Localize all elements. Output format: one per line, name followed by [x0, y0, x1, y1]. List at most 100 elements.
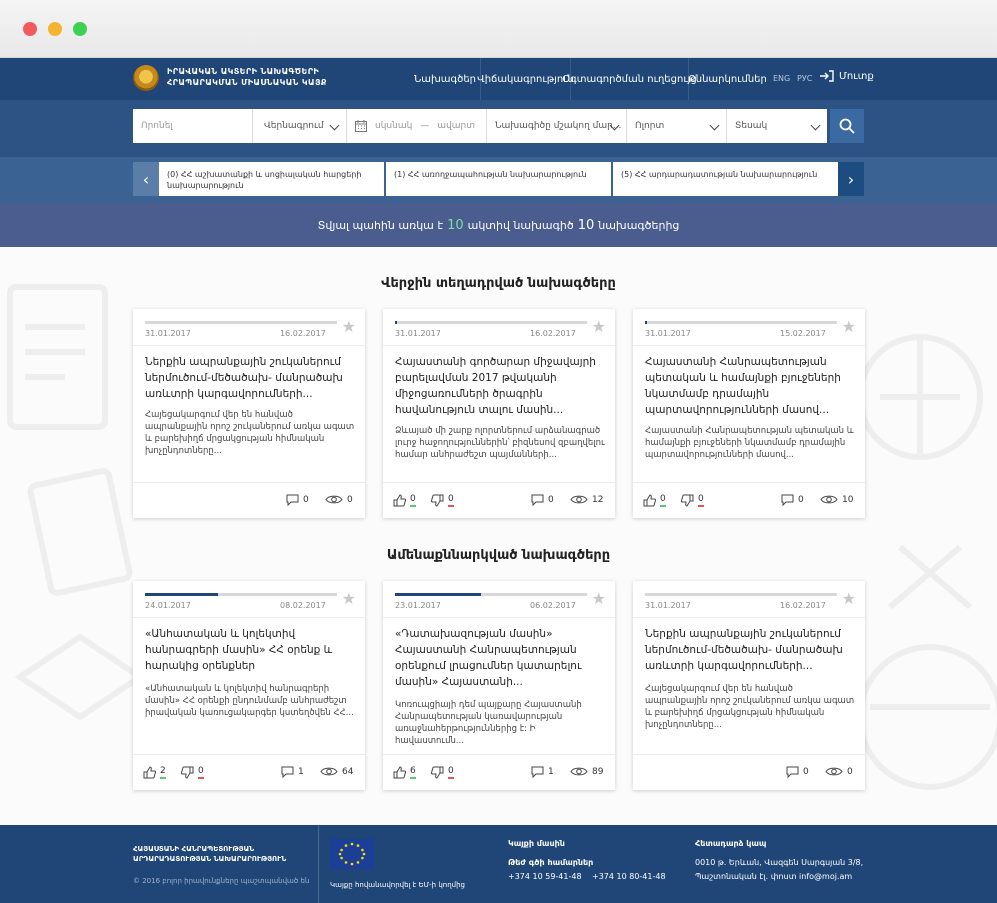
search-type-select[interactable]: Վերնագրում: [256, 109, 347, 143]
nav-projects[interactable]: Նախագծեր: [410, 58, 480, 100]
project-card[interactable]: 31.01.2017 16.02.2017 ★ Ներքին ապրանքայի…: [633, 581, 865, 790]
project-card[interactable]: 24.01.2017 08.02.2017 ★ «Անհատական և կոլ…: [133, 581, 365, 790]
footer-feedback-link[interactable]: Հետադարձ կապ: [695, 839, 766, 848]
hotline-phone-2[interactable]: +374 10 80-41-48: [592, 872, 666, 881]
deadline-progress-fill: [145, 593, 218, 596]
carousel-item[interactable]: (0) ՀՀ աշխատանքի և սոցիալական հարցերի նա…: [159, 162, 384, 196]
thumbs-up-icon: [393, 494, 406, 507]
thumbs-down-icon: [181, 766, 194, 779]
comments-counter[interactable]: 1: [281, 766, 304, 778]
project-card[interactable]: 31.01.2017 16.02.2017 ★ Ներքին ապրանքայի…: [133, 309, 365, 518]
footer-divider: [318, 825, 319, 903]
hotline-phone-1[interactable]: +374 10 59-41-48: [508, 872, 582, 881]
login-icon: [820, 70, 834, 82]
like-button[interactable]: 2: [143, 766, 166, 779]
carousel-item[interactable]: (5) ՀՀ արդարադատության նախարարություն: [613, 162, 838, 196]
project-card[interactable]: 31.01.2017 15.02.2017 ★ Հայաստանի Հանրապ…: [633, 309, 865, 518]
comments-counter[interactable]: 0: [531, 494, 554, 506]
eu-flag-icon: [330, 839, 374, 869]
language-eng-link[interactable]: ENG: [773, 74, 790, 83]
project-description: Հայաստանի Հանրապետության պետական և համայ…: [645, 426, 854, 460]
keyword-search-input[interactable]: Որոնել: [133, 109, 253, 143]
end-date: 16.02.2017: [530, 329, 576, 338]
eye-icon: [570, 767, 588, 776]
card-divider: [133, 617, 365, 618]
carousel-prev-button[interactable]: ‹: [133, 162, 159, 196]
project-title[interactable]: Ներքին ապրանքային շուկաներում ներմուծում…: [645, 626, 855, 674]
start-date: 31.01.2017: [145, 329, 191, 338]
most-discussed-heading: Ամենաքննարկված նախագծերը: [386, 548, 611, 563]
footer-about-link[interactable]: Կայքի մասին: [508, 839, 565, 848]
views-counter: 89: [570, 766, 603, 777]
project-title[interactable]: «Դատախազության մասին» Հայաստանի Հանրապետ…: [395, 626, 605, 690]
favorite-star-icon[interactable]: ★: [342, 589, 356, 608]
views-counter: 0: [825, 766, 853, 777]
project-card[interactable]: 23.01.2017 06.02.2017 ★ «Դատախազության մ…: [383, 581, 615, 790]
eu-sponsor-caption: Կայքը հովանավորվել է ԵՄ-ի կողմից: [330, 881, 465, 889]
nav-discussions[interactable]: Քննարկումներ: [688, 58, 767, 100]
favorite-star-icon[interactable]: ★: [342, 317, 356, 336]
comments-counter[interactable]: 0: [786, 766, 809, 778]
card-divider: [133, 345, 365, 346]
favorite-star-icon[interactable]: ★: [592, 589, 606, 608]
search-button[interactable]: [830, 109, 864, 143]
thumbs-up-icon: [143, 766, 156, 779]
like-button[interactable]: 6: [393, 766, 416, 779]
views-count: 12: [592, 494, 604, 505]
comments-counter[interactable]: 0: [781, 494, 804, 506]
favorite-star-icon[interactable]: ★: [842, 317, 856, 336]
carousel-item-count: (1): [394, 170, 406, 179]
comment-icon: [286, 494, 299, 506]
date-separator: —: [420, 121, 430, 131]
comment-icon: [281, 766, 294, 778]
page-footer: ՀԱՅԱՍՏԱՆԻ ՀԱՆՐԱՊԵՏՈՒԹՅԱՆ ԱՐԴԱՐԱԴԱՏՈՒԹՅԱՆ…: [0, 825, 997, 903]
comments-counter[interactable]: 0: [286, 494, 309, 506]
end-date: 15.02.2017: [780, 329, 826, 338]
project-title[interactable]: «Անհատական և կոլեկտիվ հանրագրերի մասին» …: [145, 626, 355, 674]
favorite-star-icon[interactable]: ★: [592, 317, 606, 336]
dislike-button[interactable]: 0: [181, 766, 204, 779]
project-title[interactable]: Հայաստանի Հանրապետության պետական և համայ…: [645, 354, 855, 418]
language-rus-link[interactable]: РУС: [797, 74, 812, 83]
carousel-next-button[interactable]: ›: [838, 162, 864, 196]
dislike-button[interactable]: 0: [431, 766, 454, 779]
minimize-window-button[interactable]: [48, 22, 62, 36]
project-card[interactable]: 31.01.2017 16.02.2017 ★ Հայաստանի գործար…: [383, 309, 615, 518]
coat-of-arms-logo-icon[interactable]: [133, 65, 159, 91]
likes-count: 2: [160, 766, 166, 779]
likes-count: 0: [410, 494, 416, 507]
like-button[interactable]: 0: [393, 494, 416, 507]
footer-email[interactable]: Պաշտոնական էլ. փոստ info@moj.am: [695, 872, 852, 881]
card-footer: 0 0: [133, 483, 365, 518]
project-title[interactable]: Ներքին ապրանքային շուկաներում ներմուծում…: [145, 354, 355, 402]
status-select[interactable]: Տեսակ: [727, 109, 827, 143]
dislike-button[interactable]: 0: [431, 494, 454, 507]
nav-user-guide[interactable]: Օգտագործման ուղեցույց: [562, 58, 697, 100]
dislike-button[interactable]: 0: [681, 494, 704, 507]
end-date: 16.02.2017: [780, 601, 826, 610]
field-select[interactable]: Ոլորտ: [627, 109, 727, 143]
favorite-star-icon[interactable]: ★: [842, 589, 856, 608]
like-button[interactable]: 0: [643, 494, 666, 507]
carousel-item-name: ՀՀ առողջապահության նախարարություն: [407, 170, 587, 179]
views-count: 10: [842, 494, 854, 505]
close-window-button[interactable]: [23, 22, 37, 36]
dislikes-count: 0: [698, 494, 704, 507]
deadline-progress-fill: [645, 321, 647, 324]
maximize-window-button[interactable]: [73, 22, 87, 36]
login-link[interactable]: Մուտք: [820, 70, 874, 82]
project-title[interactable]: Հայաստանի գործարար միջավայրի բարելավման …: [395, 354, 605, 418]
card-footer: 0 0 0 10: [633, 483, 865, 518]
date-to-placeholder: ավարտ: [437, 121, 476, 131]
views-counter: 64: [320, 766, 353, 777]
deadline-progress-bar: [395, 321, 587, 324]
views-counter: 12: [570, 494, 603, 505]
site-logo-text[interactable]: ԻՐԱՎԱԿԱՆ ԱԿՏԵՐԻ ՆԱԽԱԳԾԵՐԻ ՀՐԱՊԱՐԱԿՄԱՆ ՄԻ…: [167, 66, 327, 88]
author-select[interactable]: Նախագիծը մշակող մար...: [487, 109, 627, 143]
nav-statistics[interactable]: Վիճակագրություն: [477, 58, 574, 100]
comments-counter[interactable]: 1: [531, 766, 554, 778]
card-divider: [383, 345, 615, 346]
carousel-item[interactable]: (1) ՀՀ առողջապահության նախարարություն: [386, 162, 611, 196]
date-range-picker[interactable]: սկսնակ — ավարտ: [347, 109, 487, 143]
carousel-item-count: (0): [167, 170, 179, 179]
